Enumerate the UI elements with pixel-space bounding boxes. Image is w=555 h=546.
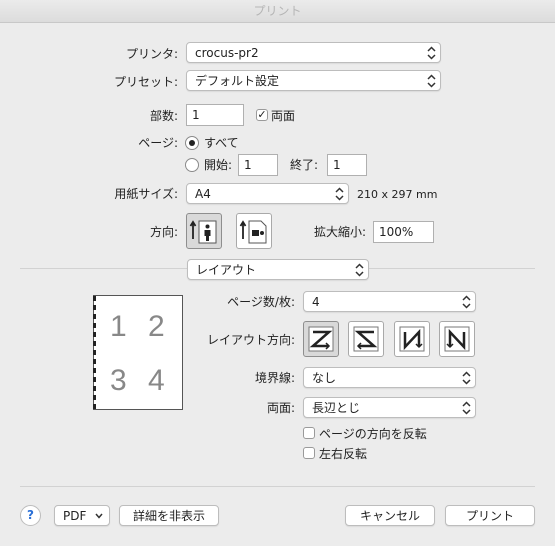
landscape-button[interactable]: [236, 213, 272, 249]
pages-label: ページ:: [138, 136, 178, 150]
preview-page-number: 3: [110, 364, 127, 397]
layout-direction-label: レイアウト方向:: [206, 333, 295, 347]
reverse-orientation-label: ページの方向を反転: [319, 427, 427, 441]
hide-details-button[interactable]: 詳細を非表示: [119, 505, 219, 526]
window-title: プリント: [0, 0, 555, 23]
chevron-updown-icon: [427, 74, 436, 88]
border-value: なし: [312, 371, 337, 385]
printer-value: crocus-pr2: [195, 46, 259, 60]
section-popup[interactable]: レイアウト: [187, 259, 369, 280]
orientation-label: 方向:: [149, 225, 178, 239]
preset-popup[interactable]: デフォルト設定: [186, 70, 441, 91]
layout-direction-reverse-n-button[interactable]: [439, 321, 475, 357]
layout-preview: 1 2 3 4: [93, 295, 183, 410]
preview-page-number: 2: [148, 310, 165, 343]
paper-popup[interactable]: A4: [186, 183, 349, 204]
two-sided-value: 長辺とじ: [312, 401, 361, 415]
layout-direction-z-button[interactable]: [303, 321, 339, 357]
pages-all-radio[interactable]: [185, 136, 199, 150]
printer-popup[interactable]: crocus-pr2: [186, 42, 441, 63]
landscape-icon: [239, 220, 267, 244]
chevron-down-icon: [95, 513, 103, 519]
layout-direction-n-button[interactable]: [394, 321, 430, 357]
help-button[interactable]: ?: [20, 505, 41, 526]
two-sided-label: 両面:: [266, 401, 295, 415]
chevron-updown-icon: [355, 263, 364, 277]
paper-label: 用紙サイズ:: [114, 187, 178, 201]
pdf-label: PDF: [63, 509, 87, 523]
reverse-orientation-checkbox[interactable]: [303, 427, 315, 439]
paper-value: A4: [195, 187, 211, 201]
paper-dimensions: 210 x 297 mm: [357, 188, 438, 201]
copies-label: 部数:: [149, 109, 178, 123]
scale-label: 拡大縮小:: [313, 225, 366, 239]
preview-page-number: 1: [110, 310, 127, 343]
pdf-menu-button[interactable]: PDF: [54, 505, 110, 526]
pages-from-field[interactable]: 1: [238, 154, 278, 176]
pages-from-label: 開始:: [204, 158, 233, 172]
scale-field[interactable]: 100%: [373, 221, 434, 243]
portrait-icon: [189, 220, 217, 244]
portrait-button[interactable]: [186, 213, 222, 249]
pages-per-sheet-value: 4: [312, 295, 320, 309]
printer-label: プリンタ:: [125, 47, 178, 61]
layout-direction-reverse-z-button[interactable]: [348, 321, 384, 357]
chevron-updown-icon: [462, 295, 471, 309]
flip-horizontal-label: 左右反転: [319, 447, 368, 461]
flip-horizontal-checkbox[interactable]: [303, 447, 315, 459]
chevron-updown-icon: [462, 401, 471, 415]
reverse-z-layout-icon: [353, 326, 379, 352]
pages-per-sheet-popup[interactable]: 4: [303, 291, 476, 312]
border-label: 境界線:: [254, 371, 295, 385]
binding-edge: [93, 296, 96, 409]
chevron-updown-icon: [427, 46, 436, 60]
z-layout-icon: [308, 326, 334, 352]
duplex-checkbox[interactable]: ✓: [256, 109, 268, 121]
border-popup[interactable]: なし: [303, 367, 476, 388]
pages-range-radio[interactable]: [185, 158, 199, 172]
preset-label: プリセット:: [113, 75, 178, 89]
pages-to-field[interactable]: 1: [327, 154, 367, 176]
cancel-button[interactable]: キャンセル: [345, 505, 435, 526]
chevron-updown-icon: [335, 187, 344, 201]
section-value: レイアウト: [196, 263, 257, 277]
reverse-n-layout-icon: [444, 326, 470, 352]
two-sided-popup[interactable]: 長辺とじ: [303, 397, 476, 418]
chevron-updown-icon: [462, 371, 471, 385]
pages-to-label: 終了:: [290, 158, 319, 172]
print-button[interactable]: プリント: [445, 505, 535, 526]
footer-separator: [20, 486, 535, 487]
pages-per-sheet-label: ページ数/枚:: [227, 295, 295, 309]
pages-all-label: すべて: [204, 136, 239, 150]
n-layout-icon: [399, 326, 425, 352]
preview-page-number: 4: [148, 364, 165, 397]
preset-value: デフォルト設定: [195, 74, 280, 88]
print-panel: [0, 23, 555, 546]
duplex-label: 両面: [271, 109, 296, 123]
copies-field[interactable]: 1: [186, 104, 244, 126]
